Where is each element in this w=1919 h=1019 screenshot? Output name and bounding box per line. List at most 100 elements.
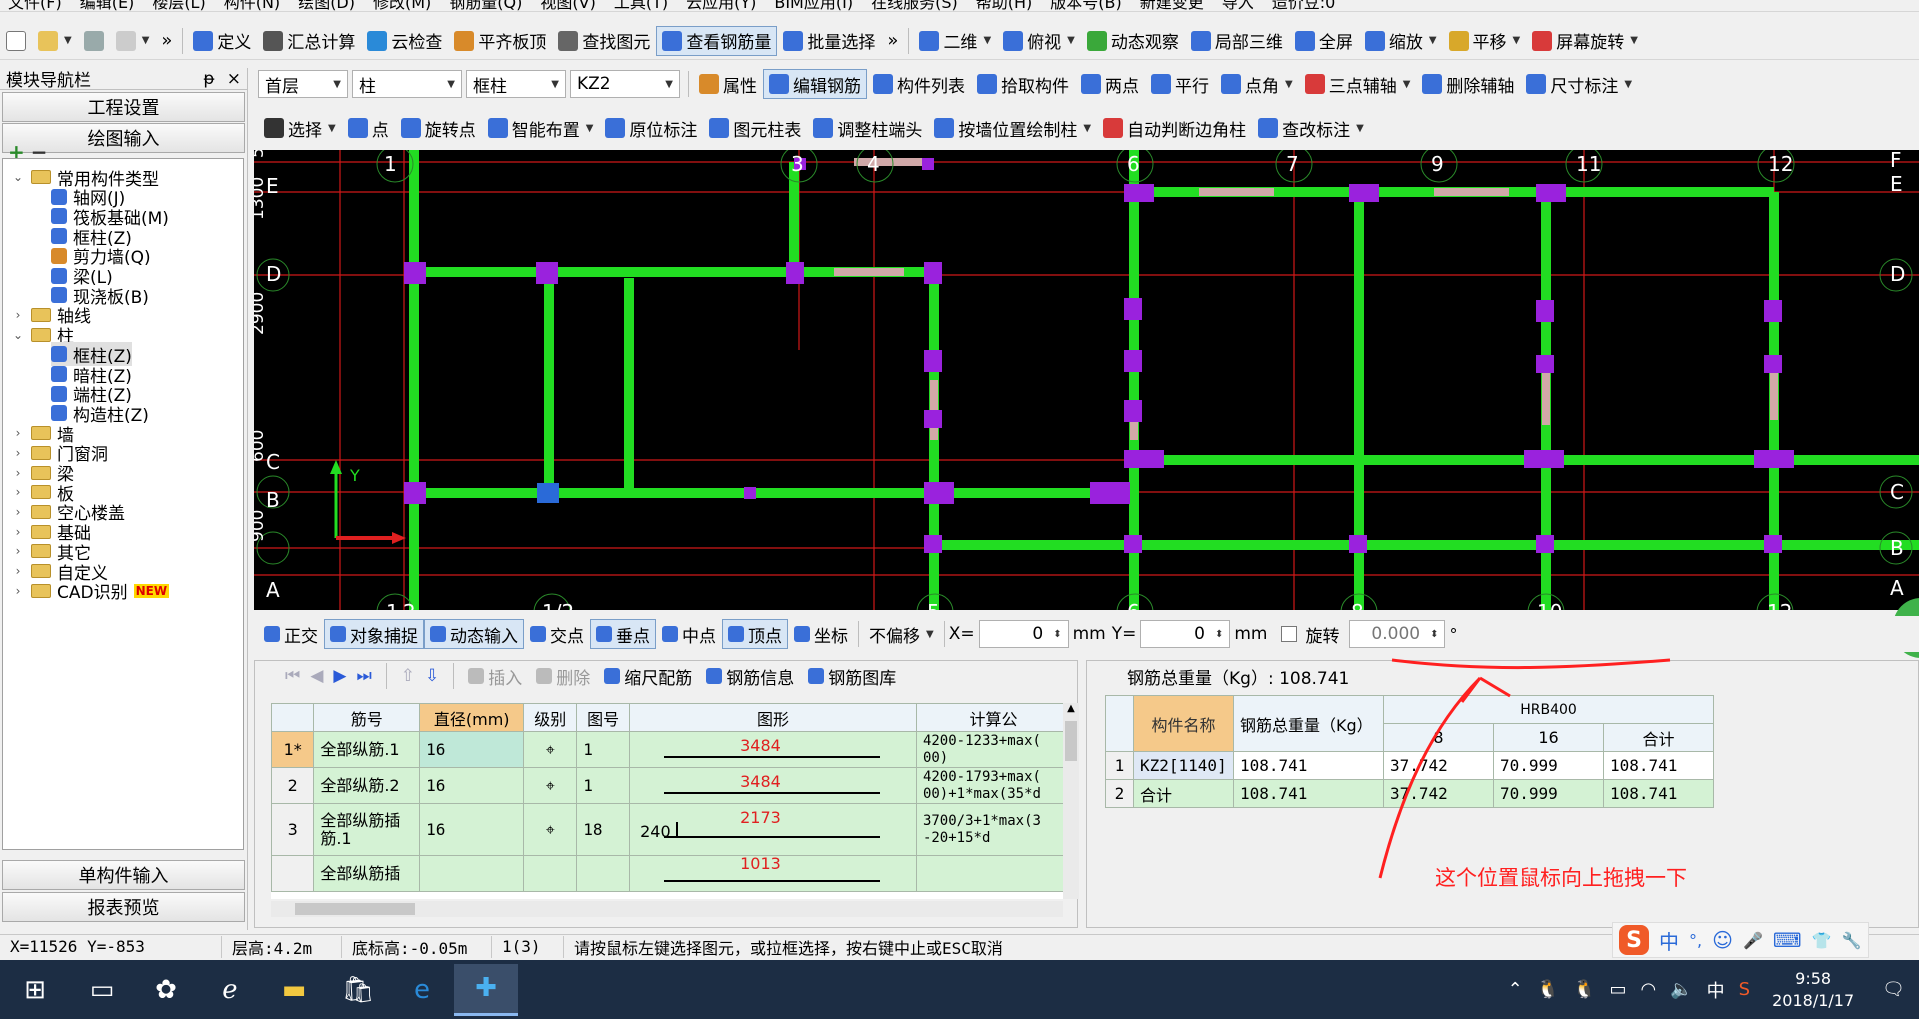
expand-icon[interactable]: › xyxy=(11,466,25,480)
menu-item[interactable]: 版本号(B) xyxy=(1050,0,1121,11)
dynamic-input-toggle[interactable]: 动态输入 xyxy=(424,619,524,649)
wifi-icon[interactable]: ◠ xyxy=(1641,979,1657,1000)
expand-icon[interactable]: › xyxy=(11,485,25,499)
menu-item[interactable]: 修改(M) xyxy=(373,0,431,11)
rebar-formula[interactable]: 4200-1233+max( 00) xyxy=(915,731,1063,768)
scrollbar-up[interactable]: ▲ xyxy=(1063,703,1079,719)
store-icon[interactable]: 🛍 xyxy=(326,964,390,1016)
expand-icon[interactable]: ⌄ xyxy=(11,328,25,342)
rebar-diameter[interactable]: 16 xyxy=(419,803,525,856)
top-view-button[interactable]: 俯视 ▼ xyxy=(997,26,1081,56)
draw-by-wall-button[interactable]: 按墙位置绘制柱 ▼ xyxy=(928,113,1097,143)
single-input-button[interactable]: 单构件输入 xyxy=(2,860,245,890)
ime-mic-icon[interactable]: 🎤 xyxy=(1743,931,1763,950)
clock[interactable]: 9:58 2018/1/17 xyxy=(1772,968,1854,1012)
ie-browser-icon[interactable]: ℯ xyxy=(198,964,262,1016)
element-column-table-button[interactable]: 图元柱表 xyxy=(703,113,807,143)
rebar-grade[interactable]: ⌖ xyxy=(523,803,578,856)
column-header[interactable]: 筋号 xyxy=(313,703,421,732)
column-header[interactable]: 直径(mm) xyxy=(419,703,525,732)
start-button[interactable]: ⊞ xyxy=(0,964,70,1016)
component-select[interactable]: KZ2 ▼ xyxy=(570,70,680,98)
menu-item[interactable]: 在线服务(S) xyxy=(871,0,958,11)
menu-item[interactable]: 视图(V) xyxy=(540,0,595,11)
glodon-app-icon[interactable]: ✚ xyxy=(454,963,518,1016)
ortho-toggle[interactable]: 正交 xyxy=(258,619,324,649)
object-snap-toggle[interactable]: 对象捕捉 xyxy=(324,619,424,649)
menu-item[interactable]: 导入 xyxy=(1222,0,1254,11)
select-button[interactable]: 选择 ▼ xyxy=(258,113,342,143)
modify-annotation-button[interactable]: 查改标注 ▼ xyxy=(1252,113,1370,143)
notification-icon[interactable]: 🗨 xyxy=(1882,979,1905,1000)
ime-emoji-icon[interactable]: ☺ xyxy=(1712,928,1733,952)
prev-record-icon[interactable]: ◀ xyxy=(310,666,323,686)
properties-button[interactable]: 属性 xyxy=(693,69,763,99)
task-view-icon[interactable]: ▭ xyxy=(70,964,134,1016)
type-select[interactable]: 柱 ▼ xyxy=(352,70,462,98)
rebar-formula[interactable] xyxy=(915,855,1063,892)
find-element-button[interactable]: 查找图元 xyxy=(552,26,656,56)
show-hidden-icons[interactable]: ⌃ xyxy=(1508,979,1523,1000)
insert-button[interactable]: 插入 xyxy=(468,664,522,689)
rebar-name[interactable]: 全部纵筋插 xyxy=(313,855,421,892)
dimension-button[interactable]: 尺寸标注 ▼ xyxy=(1520,69,1638,99)
expand-icon[interactable]: › xyxy=(11,308,25,322)
rebar-name[interactable]: 全部纵筋插 筋.1 xyxy=(313,803,421,856)
move-down-icon[interactable]: ⇩ xyxy=(425,666,439,686)
new-file-button[interactable] xyxy=(0,26,32,56)
edit-rebar-button[interactable]: 编辑钢筋 xyxy=(763,69,867,99)
rebar-figure-no[interactable]: 1 xyxy=(576,731,631,768)
pan-button[interactable]: 平移 ▼ xyxy=(1443,26,1527,56)
spinner-icon[interactable]: ⬍ xyxy=(1430,629,1438,640)
delete-axis-button[interactable]: 删除辅轴 xyxy=(1416,69,1520,99)
adjust-column-end-button[interactable]: 调整柱端头 xyxy=(807,113,928,143)
rebar-grade[interactable]: ⌖ xyxy=(523,767,578,804)
ime-lang[interactable]: 中 xyxy=(1659,926,1679,955)
screen-rotate-button[interactable]: 屏幕旋转 ▼ xyxy=(1526,26,1644,56)
spinner-icon[interactable]: ⬍ xyxy=(1215,629,1223,640)
rebar-shape[interactable]: 240 2173 xyxy=(629,803,917,856)
move-up-icon[interactable]: ⇧ xyxy=(401,666,415,686)
expand-icon[interactable]: › xyxy=(11,544,25,558)
rotate-point-button[interactable]: 旋转点 xyxy=(395,113,482,143)
rebar-grade[interactable] xyxy=(523,855,578,892)
file-explorer-icon[interactable]: ▬ xyxy=(262,964,326,1016)
intersection-toggle[interactable]: 交点 xyxy=(524,619,590,649)
battery-icon[interactable]: ▭ xyxy=(1610,979,1627,1000)
rebar-diameter[interactable]: 16 xyxy=(419,731,525,768)
next-record-icon[interactable]: ▶ xyxy=(333,666,346,686)
edge-browser-icon[interactable]: e xyxy=(390,964,454,1016)
expand-icon[interactable]: › xyxy=(11,446,25,460)
expand-icon[interactable]: ⌄ xyxy=(11,170,25,184)
column-header[interactable]: 图号 xyxy=(576,703,631,732)
rebar-shape[interactable]: 1013 xyxy=(629,854,917,892)
pick-component-button[interactable]: 拾取构件 xyxy=(971,69,1075,99)
expand-icon[interactable]: › xyxy=(11,584,25,598)
expand-icon[interactable]: › xyxy=(11,505,25,519)
column-header[interactable]: 级别 xyxy=(523,703,578,732)
rebar-formula[interactable]: 3700/3+1*max(3 -20+15*d xyxy=(915,803,1063,856)
close-icon[interactable]: × xyxy=(227,69,241,89)
component-list-button[interactable]: 构件列表 xyxy=(867,69,971,99)
rotate-checkbox[interactable] xyxy=(1281,626,1298,642)
point-angle-button[interactable]: 点角 ▼ xyxy=(1215,69,1299,99)
menu-item[interactable]: 楼层(L) xyxy=(152,0,205,11)
summary-component-name[interactable]: KZ2[1140] xyxy=(1133,751,1234,780)
open-file-button[interactable]: ▼ xyxy=(32,26,78,56)
toolbar-more-button[interactable]: » xyxy=(155,26,178,56)
scrollbar-thumb[interactable] xyxy=(1065,721,1077,761)
menu-item[interactable]: 新建变更 xyxy=(1140,0,1204,11)
rebar-name[interactable]: 全部纵筋.2 xyxy=(313,767,421,804)
sogou-tray-icon[interactable]: S xyxy=(1739,979,1750,1000)
ime-tools-icon[interactable]: 🔧 xyxy=(1842,931,1862,950)
delete-button[interactable]: 删除 xyxy=(536,664,590,689)
ime-punct-icon[interactable]: °, xyxy=(1689,931,1702,950)
rotate-input[interactable]: 0.000 ⬍ xyxy=(1349,620,1446,648)
menu-item[interactable]: 工具(T) xyxy=(614,0,668,11)
expand-icon[interactable]: › xyxy=(11,525,25,539)
toolbar-more-button-2[interactable]: » xyxy=(881,26,904,56)
input-language[interactable]: 中 xyxy=(1707,977,1725,1003)
rebar-library-button[interactable]: 钢筋图库 xyxy=(808,664,896,689)
scale-rebar-button[interactable]: 缩尺配筋 xyxy=(604,664,692,689)
local-3d-button[interactable]: 局部三维 xyxy=(1185,26,1289,56)
